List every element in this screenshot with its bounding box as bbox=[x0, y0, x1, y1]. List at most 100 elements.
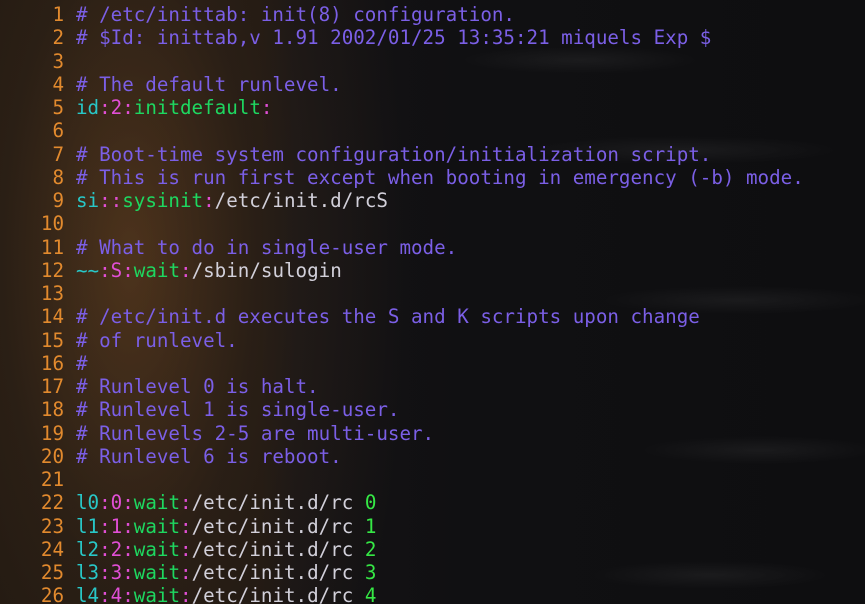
code-line[interactable]: 6 bbox=[0, 119, 865, 142]
token-colon: : bbox=[260, 96, 273, 119]
code-line[interactable]: 24 l2:2:wait:/etc/init.d/rc 2 bbox=[0, 538, 865, 561]
token-colon: : bbox=[99, 96, 111, 119]
token-comment: # What to do in single-user mode. bbox=[76, 235, 458, 259]
line-number: 20 bbox=[40, 444, 64, 468]
line-number: 22 bbox=[40, 491, 64, 515]
code-line[interactable]: 25 l3:3:wait:/etc/init.d/rc 3 bbox=[0, 561, 865, 584]
token-process: /etc/init.d/rcS bbox=[214, 189, 388, 212]
token-process: /etc/init.d/rc bbox=[191, 491, 365, 515]
token-lvl: 2 bbox=[110, 537, 123, 561]
token-comment: # The default runlevel. bbox=[76, 72, 342, 96]
line-number: 6 bbox=[52, 119, 64, 143]
code-line[interactable]: 26 l4:4:wait:/etc/init.d/rc 4 bbox=[0, 584, 865, 604]
line-number: 11 bbox=[40, 235, 64, 259]
code-line[interactable]: 9 si::sysinit:/etc/init.d/rcS bbox=[0, 189, 865, 212]
token-id: l2 bbox=[76, 537, 100, 561]
token-process: /etc/init.d/rc bbox=[191, 561, 365, 584]
code-line[interactable]: 15 # of runlevel. bbox=[0, 329, 865, 352]
line-number: 12 bbox=[40, 258, 64, 282]
token-id: l4 bbox=[76, 584, 100, 604]
line-number: 14 bbox=[40, 305, 64, 329]
line-number: 26 bbox=[40, 584, 64, 604]
token-lvl: S bbox=[110, 258, 123, 282]
line-number: 1 bbox=[52, 3, 64, 26]
line-number: 21 bbox=[40, 468, 64, 491]
code-line[interactable]: 14 # /etc/init.d executes the S and K scr… bbox=[0, 305, 865, 328]
token-id: id bbox=[76, 96, 100, 119]
token-colon: : bbox=[122, 514, 134, 538]
token-arg: 2 bbox=[364, 537, 377, 561]
token-action: initdefault bbox=[133, 96, 261, 119]
line-content: # of runlevel. bbox=[76, 329, 238, 352]
code-line[interactable]: 5 id:2:initdefault: bbox=[0, 96, 865, 119]
line-content: # Runlevel 6 is reboot. bbox=[76, 445, 342, 468]
line-content: # Runlevels 2-5 are multi-user. bbox=[76, 422, 434, 445]
code-line[interactable]: 16 # bbox=[0, 352, 865, 375]
token-action: wait bbox=[133, 561, 181, 584]
token-action: wait bbox=[133, 537, 181, 561]
token-colon: : bbox=[99, 514, 111, 538]
token-action: wait bbox=[133, 584, 181, 604]
line-content: si::sysinit:/etc/init.d/rcS bbox=[76, 189, 388, 212]
token-process: /etc/init.d/rc bbox=[191, 514, 365, 538]
code-line[interactable]: 22 l0:0:wait:/etc/init.d/rc 0 bbox=[0, 491, 865, 514]
line-number: 2 bbox=[52, 26, 64, 50]
code-line[interactable]: 19 # Runlevels 2-5 are multi-user. bbox=[0, 422, 865, 445]
token-arg: 3 bbox=[364, 561, 377, 584]
token-lvl: 3 bbox=[110, 561, 123, 584]
line-content: # This is run first except when booting … bbox=[76, 166, 804, 189]
token-process: /etc/init.d/rc bbox=[191, 584, 365, 604]
line-content: # /etc/inittab: init(8) configuration. bbox=[76, 3, 515, 26]
line-content: l1:1:wait:/etc/init.d/rc 1 bbox=[76, 515, 376, 538]
code-line[interactable]: 12 ~~:S:wait:/sbin/sulogin bbox=[0, 259, 865, 282]
token-lvl: 4 bbox=[110, 584, 123, 604]
token-comment: # /etc/inittab: init(8) configuration. bbox=[76, 3, 515, 26]
token-colon: : bbox=[180, 561, 192, 584]
code-line[interactable]: 11 # What to do in single-user mode. bbox=[0, 236, 865, 259]
code-line[interactable]: 3 bbox=[0, 50, 865, 73]
token-id: ~~ bbox=[76, 258, 100, 282]
line-content: ~~:S:wait:/sbin/sulogin bbox=[76, 259, 342, 282]
line-number: 25 bbox=[40, 561, 64, 584]
code-line[interactable]: 18 # Runlevel 1 is single-user. bbox=[0, 398, 865, 421]
line-number: 15 bbox=[40, 328, 64, 352]
line-content: # $Id: inittab,v 1.91 2002/01/25 13:35:2… bbox=[76, 26, 711, 49]
code-line[interactable]: 2 # $Id: inittab,v 1.91 2002/01/25 13:35:… bbox=[0, 26, 865, 49]
token-colon: : bbox=[99, 491, 111, 515]
token-action: wait bbox=[133, 514, 181, 538]
token-arg: 0 bbox=[364, 491, 377, 515]
editor-buffer[interactable]: 1 # /etc/inittab: init(8) configuration. 2… bbox=[0, 3, 865, 604]
line-number: 13 bbox=[40, 282, 64, 305]
token-comment: # Runlevel 0 is halt. bbox=[76, 375, 319, 398]
token-action: wait bbox=[133, 258, 181, 282]
line-number: 9 bbox=[52, 189, 64, 212]
code-line[interactable]: 20 # Runlevel 6 is reboot. bbox=[0, 445, 865, 468]
line-number: 7 bbox=[52, 142, 64, 166]
token-lvl: 2 bbox=[110, 96, 123, 119]
code-line[interactable]: 17 # Runlevel 0 is halt. bbox=[0, 375, 865, 398]
line-number: 23 bbox=[40, 514, 64, 538]
code-line[interactable]: 23 l1:1:wait:/etc/init.d/rc 1 bbox=[0, 515, 865, 538]
code-line[interactable]: 13 bbox=[0, 282, 865, 305]
code-line[interactable]: 4 # The default runlevel. bbox=[0, 73, 865, 96]
token-lvl: 0 bbox=[110, 491, 123, 515]
token-colon: : bbox=[99, 258, 111, 282]
line-number: 17 bbox=[40, 375, 64, 398]
token-action: wait bbox=[133, 491, 181, 515]
token-colon: : bbox=[180, 514, 192, 538]
terminal-window[interactable]: 1 # /etc/inittab: init(8) configuration. 2… bbox=[0, 0, 865, 604]
code-line[interactable]: 21 bbox=[0, 468, 865, 491]
token-colon: : bbox=[122, 561, 134, 584]
line-number: 8 bbox=[52, 165, 64, 189]
code-line[interactable]: 10 bbox=[0, 212, 865, 235]
code-line[interactable]: 8 # This is run first except when booting… bbox=[0, 166, 865, 189]
token-comment: # Runlevel 1 is single-user. bbox=[76, 398, 400, 422]
code-line[interactable]: 1 # /etc/inittab: init(8) configuration. bbox=[0, 3, 865, 26]
token-lvl: 1 bbox=[110, 514, 123, 538]
code-line[interactable]: 7 # Boot-time system configuration/initia… bbox=[0, 143, 865, 166]
line-number: 19 bbox=[40, 421, 64, 445]
line-number: 24 bbox=[40, 537, 64, 561]
line-content: id:2:initdefault: bbox=[76, 96, 272, 119]
line-content: l3:3:wait:/etc/init.d/rc 3 bbox=[76, 561, 376, 584]
token-action: sysinit bbox=[122, 189, 204, 212]
